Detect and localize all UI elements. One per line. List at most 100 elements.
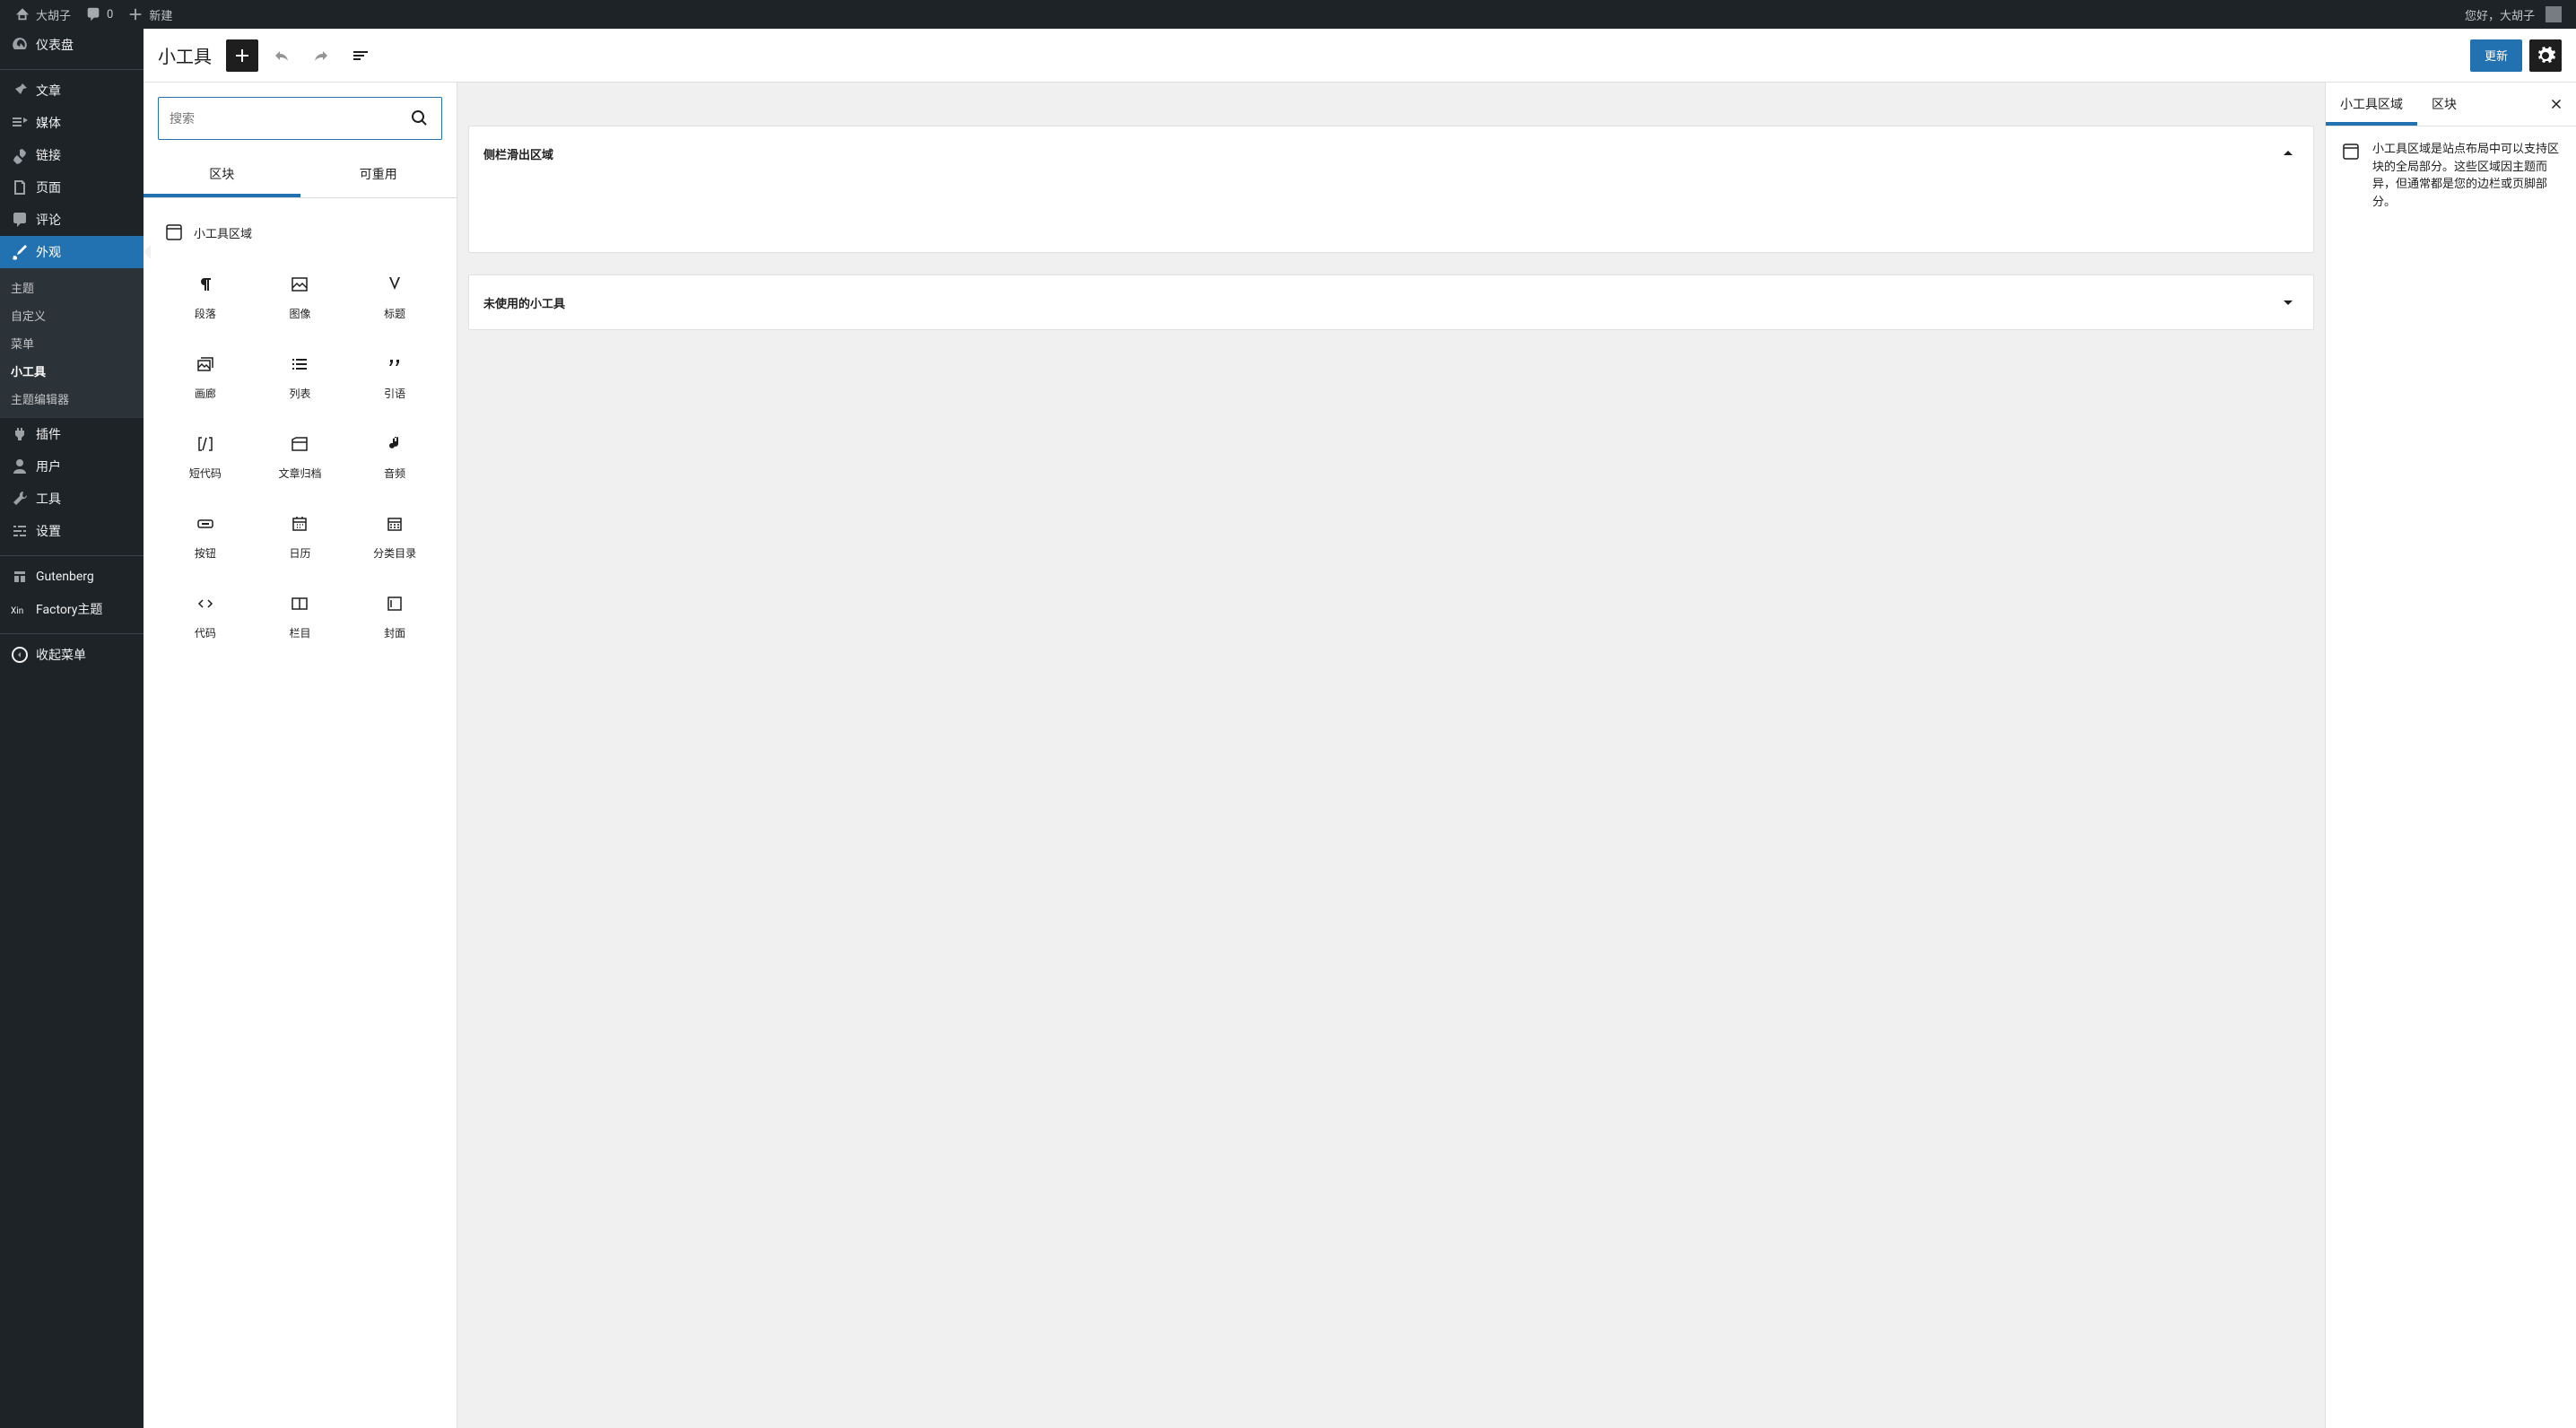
menu-dashboard[interactable]: 仪表盘 — [0, 29, 144, 61]
block-columns[interactable]: 栏目 — [253, 579, 348, 658]
undo-button[interactable] — [265, 39, 298, 72]
main: 小工具 更新 区块 可重用 — [144, 29, 2576, 1428]
widget-area-icon — [2340, 141, 2362, 162]
sliders-icon — [11, 522, 29, 540]
menu-appearance[interactable]: 外观 — [0, 236, 144, 268]
menu-plugins[interactable]: 插件 — [0, 418, 144, 450]
update-button[interactable]: 更新 — [2470, 39, 2522, 72]
pin-icon — [11, 82, 29, 100]
widget-area-1-header[interactable]: 侧栏滑出区域 — [469, 126, 2313, 180]
block-quote[interactable]: 引语 — [347, 339, 442, 419]
block-cover[interactable]: 封面 — [347, 579, 442, 658]
block-inserter: 区块 可重用 小工具区域 段落 图像 标题 画廊 列表 引语 — [144, 83, 457, 1428]
settings-toggle-button[interactable] — [2529, 39, 2562, 72]
gutenberg-icon — [11, 568, 29, 586]
widget-area-1: 侧栏滑出区域 — [468, 126, 2314, 253]
admin-sidebar: 仪表盘 文章 媒体 链接 页面 评论 外观 主题 自定义 菜单 小工具 主题编辑… — [0, 29, 144, 1428]
menu-posts[interactable]: 文章 — [0, 74, 144, 107]
submenu-editor[interactable]: 主题编辑器 — [0, 385, 144, 413]
block-audio[interactable]: 音频 — [347, 419, 442, 499]
submenu-customize[interactable]: 自定义 — [0, 301, 144, 329]
settings-tab-area[interactable]: 小工具区域 — [2326, 83, 2417, 126]
inserter-tabs: 区块 可重用 — [144, 154, 457, 198]
menu-factory[interactable]: XinFactory主题 — [0, 593, 144, 625]
chevron-down-icon — [2277, 292, 2299, 313]
widget-area-2-title: 未使用的小工具 — [483, 294, 565, 311]
redo-button[interactable] — [305, 39, 337, 72]
menu-links[interactable]: 链接 — [0, 139, 144, 171]
heading-icon — [384, 274, 405, 295]
settings-panel: 小工具区域 区块 小工具区域是站点布局中可以支持区块的全局部分。这些区域因主题而… — [2325, 83, 2576, 1428]
comment-icon — [11, 211, 29, 229]
avatar — [2546, 6, 2562, 22]
list-icon — [289, 353, 310, 375]
redo-icon — [310, 45, 332, 66]
block-list[interactable]: 列表 — [253, 339, 348, 419]
block-code[interactable]: 代码 — [158, 579, 253, 658]
category-label: 小工具区域 — [194, 224, 252, 241]
widget-area-1-body[interactable] — [469, 180, 2313, 252]
search-input[interactable] — [170, 111, 409, 126]
chevron-up-icon — [2277, 143, 2299, 164]
block-archives[interactable]: 文章归档 — [253, 419, 348, 499]
media-icon — [11, 114, 29, 132]
admin-bar-site[interactable]: 大胡子 — [7, 0, 78, 29]
calendar-icon — [289, 513, 310, 535]
menu-comments[interactable]: 评论 — [0, 204, 144, 236]
plugin-icon — [11, 425, 29, 443]
submenu-themes[interactable]: 主题 — [0, 274, 144, 301]
settings-close-button[interactable] — [2537, 84, 2576, 124]
block-heading[interactable]: 标题 — [347, 259, 442, 339]
menu-collapse[interactable]: 收起菜单 — [0, 639, 144, 671]
list-view-button[interactable] — [344, 39, 377, 72]
submenu-appearance: 主题 自定义 菜单 小工具 主题编辑器 — [0, 268, 144, 418]
menu-tools[interactable]: 工具 — [0, 483, 144, 515]
menu-media[interactable]: 媒体 — [0, 107, 144, 139]
inserter-category: 小工具区域 — [158, 213, 442, 252]
widget-area-2-header[interactable]: 未使用的小工具 — [469, 275, 2313, 329]
search-icon — [409, 108, 431, 129]
block-gallery[interactable]: 画廊 — [158, 339, 253, 419]
plus-icon — [127, 6, 144, 22]
shortcode-icon — [195, 433, 216, 455]
admin-bar-new[interactable]: 新建 — [120, 0, 179, 29]
dashboard-icon — [11, 36, 29, 54]
list-icon — [350, 45, 371, 66]
block-image[interactable]: 图像 — [253, 259, 348, 339]
home-icon — [14, 6, 30, 22]
columns-icon — [289, 593, 310, 614]
paragraph-icon — [195, 274, 216, 295]
editor-header: 小工具 更新 — [144, 29, 2576, 83]
submenu-menus[interactable]: 菜单 — [0, 329, 144, 357]
page-icon — [11, 178, 29, 196]
block-calendar[interactable]: 日历 — [253, 499, 348, 579]
admin-bar-user[interactable]: 您好，大胡子 — [2458, 0, 2569, 29]
block-button[interactable]: 按钮 — [158, 499, 253, 579]
gallery-icon — [195, 353, 216, 375]
block-paragraph[interactable]: 段落 — [158, 259, 253, 339]
site-name: 大胡子 — [36, 6, 71, 23]
widget-area-icon — [163, 222, 185, 243]
menu-settings[interactable]: 设置 — [0, 515, 144, 547]
comment-count: 0 — [107, 8, 113, 22]
tab-blocks[interactable]: 区块 — [144, 154, 300, 197]
menu-pages[interactable]: 页面 — [0, 171, 144, 204]
menu-gutenberg[interactable]: Gutenberg — [0, 561, 144, 593]
search-box[interactable] — [158, 97, 442, 140]
submenu-widgets[interactable]: 小工具 — [0, 357, 144, 385]
block-shortcode[interactable]: 短代码 — [158, 419, 253, 499]
widget-area-1-title: 侧栏滑出区域 — [483, 145, 553, 162]
widget-area-2: 未使用的小工具 — [468, 274, 2314, 330]
cover-icon — [384, 593, 405, 614]
new-label: 新建 — [149, 6, 172, 23]
tab-reusable[interactable]: 可重用 — [300, 154, 457, 197]
settings-tab-block[interactable]: 区块 — [2417, 83, 2471, 126]
collapse-icon — [11, 646, 29, 664]
block-categories[interactable]: 分类目录 — [347, 499, 442, 579]
admin-bar-comments[interactable]: 0 — [78, 0, 120, 29]
plus-icon — [231, 45, 253, 66]
menu-users[interactable]: 用户 — [0, 450, 144, 483]
add-block-button[interactable] — [226, 39, 258, 72]
page-title: 小工具 — [158, 42, 212, 68]
settings-description: 小工具区域是站点布局中可以支持区块的全局部分。这些区域因主题而异，但通常都是您的… — [2372, 141, 2562, 211]
